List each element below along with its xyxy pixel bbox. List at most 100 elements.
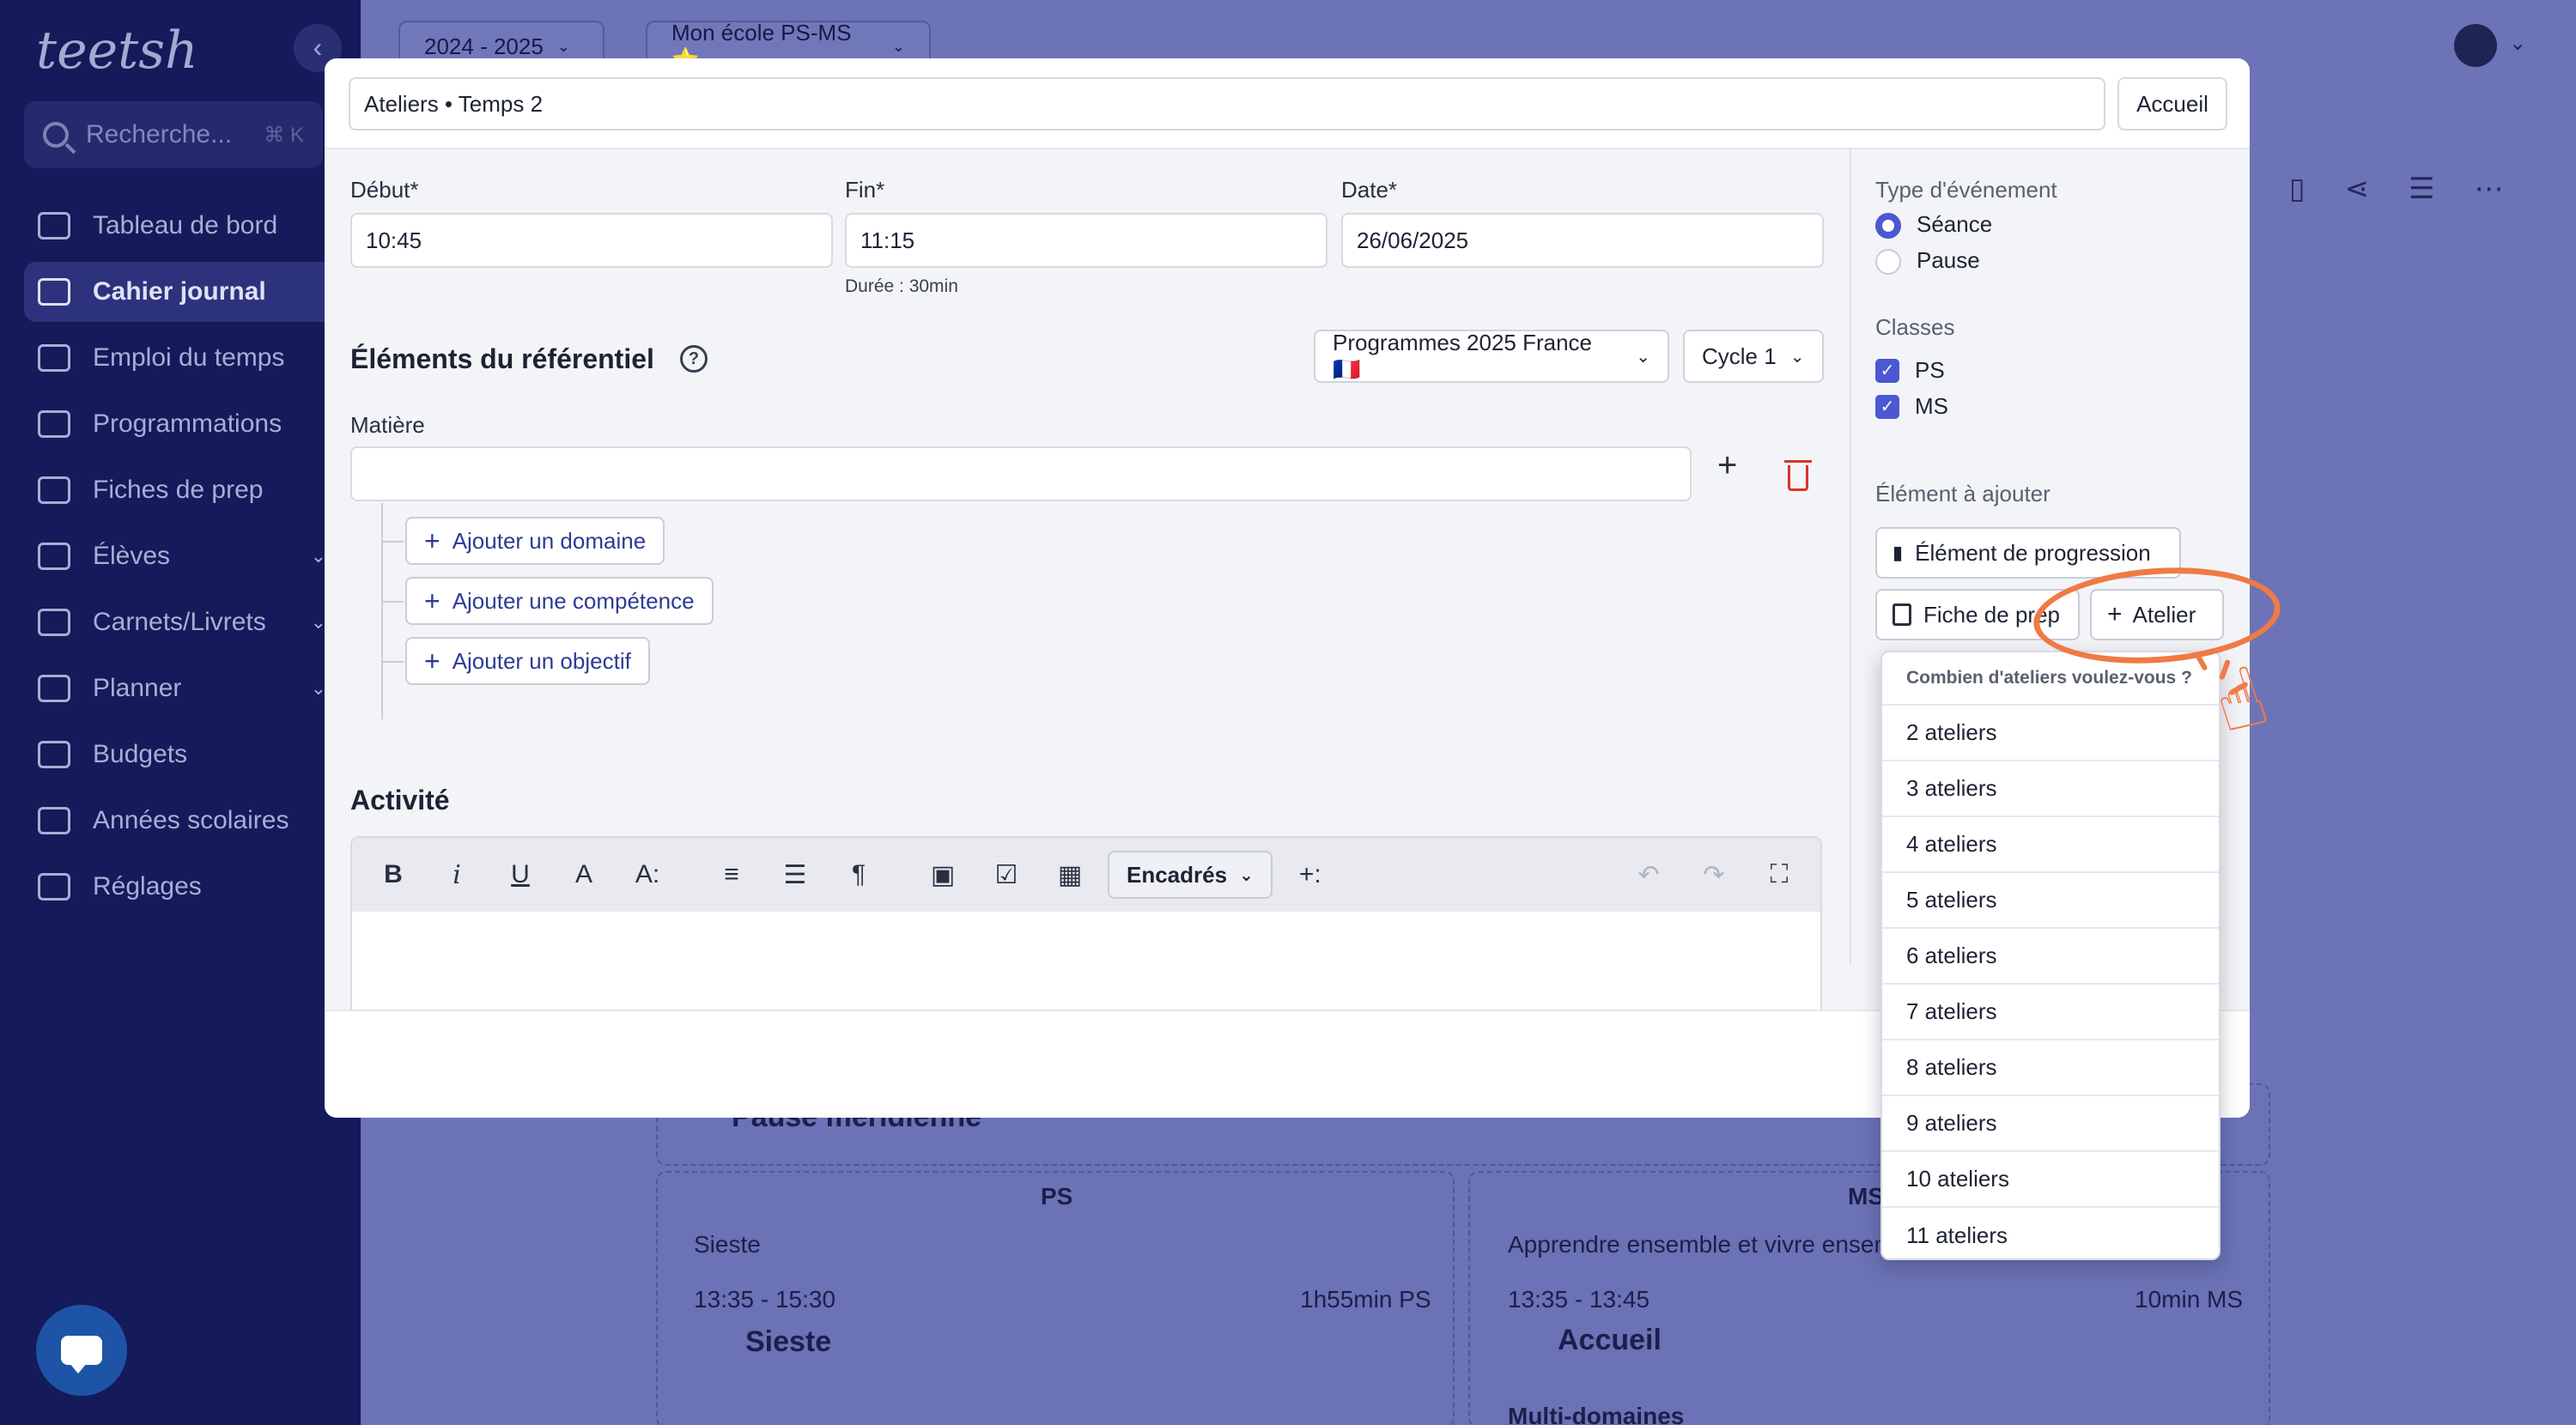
radio-seance-label[interactable]: Séance <box>1917 211 1992 238</box>
dropdown-option[interactable]: 10 ateliers <box>1882 1152 2219 1208</box>
align-icon[interactable]: ≡ <box>714 858 749 892</box>
add-subject-icon[interactable]: + <box>1717 446 1737 485</box>
sidebar-item-carnets-livrets[interactable]: Carnets/Livrets ⌄ <box>24 592 361 652</box>
help-icon[interactable]: ? <box>680 345 708 373</box>
checkbox-ps[interactable]: ✓ <box>1875 359 1899 383</box>
dropdown-option[interactable]: 4 ateliers <box>1882 817 2219 873</box>
sidebar-item-budgets[interactable]: Budgets <box>24 725 361 785</box>
chart-icon: ▮ <box>1893 542 1904 563</box>
date-label: Date* <box>1341 177 1398 203</box>
sidebar-item-fiches-de-prep[interactable]: Fiches de prep <box>24 460 361 520</box>
fullscreen-icon[interactable]: ⛶ <box>1762 858 1796 892</box>
ps-card-duration: 1h55min PS <box>1300 1286 1431 1313</box>
dropdown-option[interactable]: 2 ateliers <box>1882 706 2219 761</box>
checkbox-icon[interactable]: ☑ <box>989 858 1024 892</box>
tree-branch <box>381 661 404 663</box>
sidebar-item-label: Tableau de bord <box>93 211 278 240</box>
radio-pause[interactable] <box>1875 249 1901 275</box>
tree-branch <box>381 541 404 543</box>
search-input[interactable]: Recherche... ⌘ K <box>24 101 323 168</box>
undo-icon[interactable]: ↶ <box>1631 858 1666 892</box>
dropdown-option[interactable]: 6 ateliers <box>1882 929 2219 985</box>
ms-card-title: Apprendre ensemble et vivre ensemble <box>1508 1231 1927 1258</box>
settings-icon <box>38 873 70 900</box>
chevron-down-icon: ⌄ <box>1789 347 1805 367</box>
radio-seance[interactable] <box>1875 213 1901 239</box>
checkbox-ms[interactable]: ✓ <box>1875 395 1899 419</box>
more-icon[interactable]: ⋯ <box>2475 172 2504 206</box>
pdf-icon[interactable]: ▯ <box>2289 172 2306 206</box>
redo-icon[interactable]: ↷ <box>1697 858 1731 892</box>
sidebar-item-cahier-journal[interactable]: Cahier journal <box>24 262 361 322</box>
bold-icon[interactable]: B <box>376 858 410 892</box>
italic-icon[interactable]: i <box>440 858 474 892</box>
avatar[interactable] <box>2454 24 2497 67</box>
event-title-input[interactable]: Ateliers • Temps 2 <box>349 77 2105 130</box>
activity-editor[interactable]: B i U A A: ≡ ☰ ¶ ▣ ☑ ▦ Encadrés ⌄ +: ↶ ↷ … <box>350 836 1822 1020</box>
start-time-field[interactable]: 10:45 <box>350 213 833 268</box>
subject-field[interactable] <box>350 446 1692 501</box>
sidebar-item-annees-scolaires[interactable]: Années scolaires <box>24 791 361 851</box>
share-icon[interactable]: ⋖ <box>2345 172 2370 206</box>
dropdown-option[interactable]: 8 ateliers <box>1882 1040 2219 1096</box>
sidebar-item-label: Cahier journal <box>93 277 266 306</box>
text-color-icon[interactable]: A <box>567 858 601 892</box>
program-select[interactable]: Programmes 2025 France 🇫🇷 ⌄ <box>1314 330 1669 383</box>
cycle-select[interactable]: Cycle 1 ⌄ <box>1683 330 1824 383</box>
ps-card-name: Sieste <box>745 1325 832 1358</box>
insert-icon[interactable]: +: <box>1293 858 1327 892</box>
add-domain-button[interactable]: + Ajouter un domaine <box>405 517 665 565</box>
sidebar-item-emploi-du-temps[interactable]: Emploi du temps <box>24 328 361 388</box>
trash-icon[interactable] <box>1784 460 1812 491</box>
sidebar-item-planner[interactable]: Planner ⌄ <box>24 658 361 719</box>
add-competence-button[interactable]: + Ajouter une compétence <box>405 577 714 625</box>
program-select-label: Programmes 2025 France 🇫🇷 <box>1333 330 1593 382</box>
sidebar-item-label: Élèves <box>93 542 171 570</box>
add-objective-button[interactable]: + Ajouter un objectif <box>405 637 650 685</box>
checkbox-ms-label[interactable]: MS <box>1915 393 1948 420</box>
page-toolbar: ≡ ▯ ⋖ ☰ ⋯ <box>2233 172 2504 206</box>
sidebar-item-label: Carnets/Livrets <box>93 608 266 636</box>
event-type-label: Type d'événement <box>1875 177 2057 203</box>
notebook-icon <box>38 609 70 636</box>
end-label: Fin* <box>845 177 885 203</box>
checkbox-ps-label[interactable]: PS <box>1915 357 1945 384</box>
ps-card-time: 13:35 - 15:30 <box>694 1286 836 1313</box>
accueil-button[interactable]: Accueil <box>2117 77 2227 130</box>
encadres-select[interactable]: Encadrés ⌄ <box>1108 851 1273 899</box>
sidebar-item-tableau-de-bord[interactable]: Tableau de bord <box>24 196 361 256</box>
subject-label: Matière <box>350 412 425 438</box>
modal-header: Ateliers • Temps 2 Accueil <box>325 58 2250 149</box>
dropdown-option[interactable]: 9 ateliers <box>1882 1096 2219 1152</box>
end-time-field[interactable]: 11:15 <box>845 213 1327 268</box>
image-icon[interactable]: ▣ <box>926 858 960 892</box>
duration-text: Durée : 30min <box>845 276 958 296</box>
sidebar-item-reglages[interactable]: Réglages <box>24 857 361 917</box>
underline-icon[interactable]: U <box>503 858 538 892</box>
chevron-down-icon: ⌄ <box>891 37 905 55</box>
file-icon <box>1893 603 1911 626</box>
sidebar-item-label: Fiches de prep <box>93 476 264 504</box>
sidebar-item-label: Réglages <box>93 872 202 900</box>
sidebar-item-programmations[interactable]: Programmations <box>24 394 361 454</box>
radio-pause-label[interactable]: Pause <box>1917 247 1980 274</box>
filter-icon[interactable]: ☰ <box>2409 172 2434 206</box>
tree-connector <box>381 503 383 719</box>
dropdown-option[interactable]: 7 ateliers <box>1882 985 2219 1040</box>
list-icon[interactable]: ☰ <box>778 858 812 892</box>
dropdown-option[interactable]: 5 ateliers <box>1882 873 2219 929</box>
paragraph-icon[interactable]: ¶ <box>841 858 876 892</box>
date-field[interactable]: 26/06/2025 <box>1341 213 1824 268</box>
sidebar: teetsh ‹ Recherche... ⌘ K Tableau de bor… <box>0 0 361 1425</box>
chevron-down-icon[interactable]: ⌄ <box>2509 31 2526 56</box>
text-size-icon[interactable]: A: <box>630 858 665 892</box>
dropdown-option[interactable]: 3 ateliers <box>1882 761 2219 817</box>
table-icon[interactable]: ▦ <box>1053 858 1087 892</box>
sidebar-item-label: Emploi du temps <box>93 343 285 372</box>
chat-button[interactable] <box>36 1305 127 1396</box>
activity-title: Activité <box>350 785 450 816</box>
column-ms-label: MS <box>1848 1183 1884 1210</box>
dropdown-option[interactable]: 11 ateliers <box>1882 1208 2219 1258</box>
sidebar-item-eleves[interactable]: Élèves ⌄ <box>24 526 361 586</box>
sidebar-item-label: Planner <box>93 674 182 702</box>
